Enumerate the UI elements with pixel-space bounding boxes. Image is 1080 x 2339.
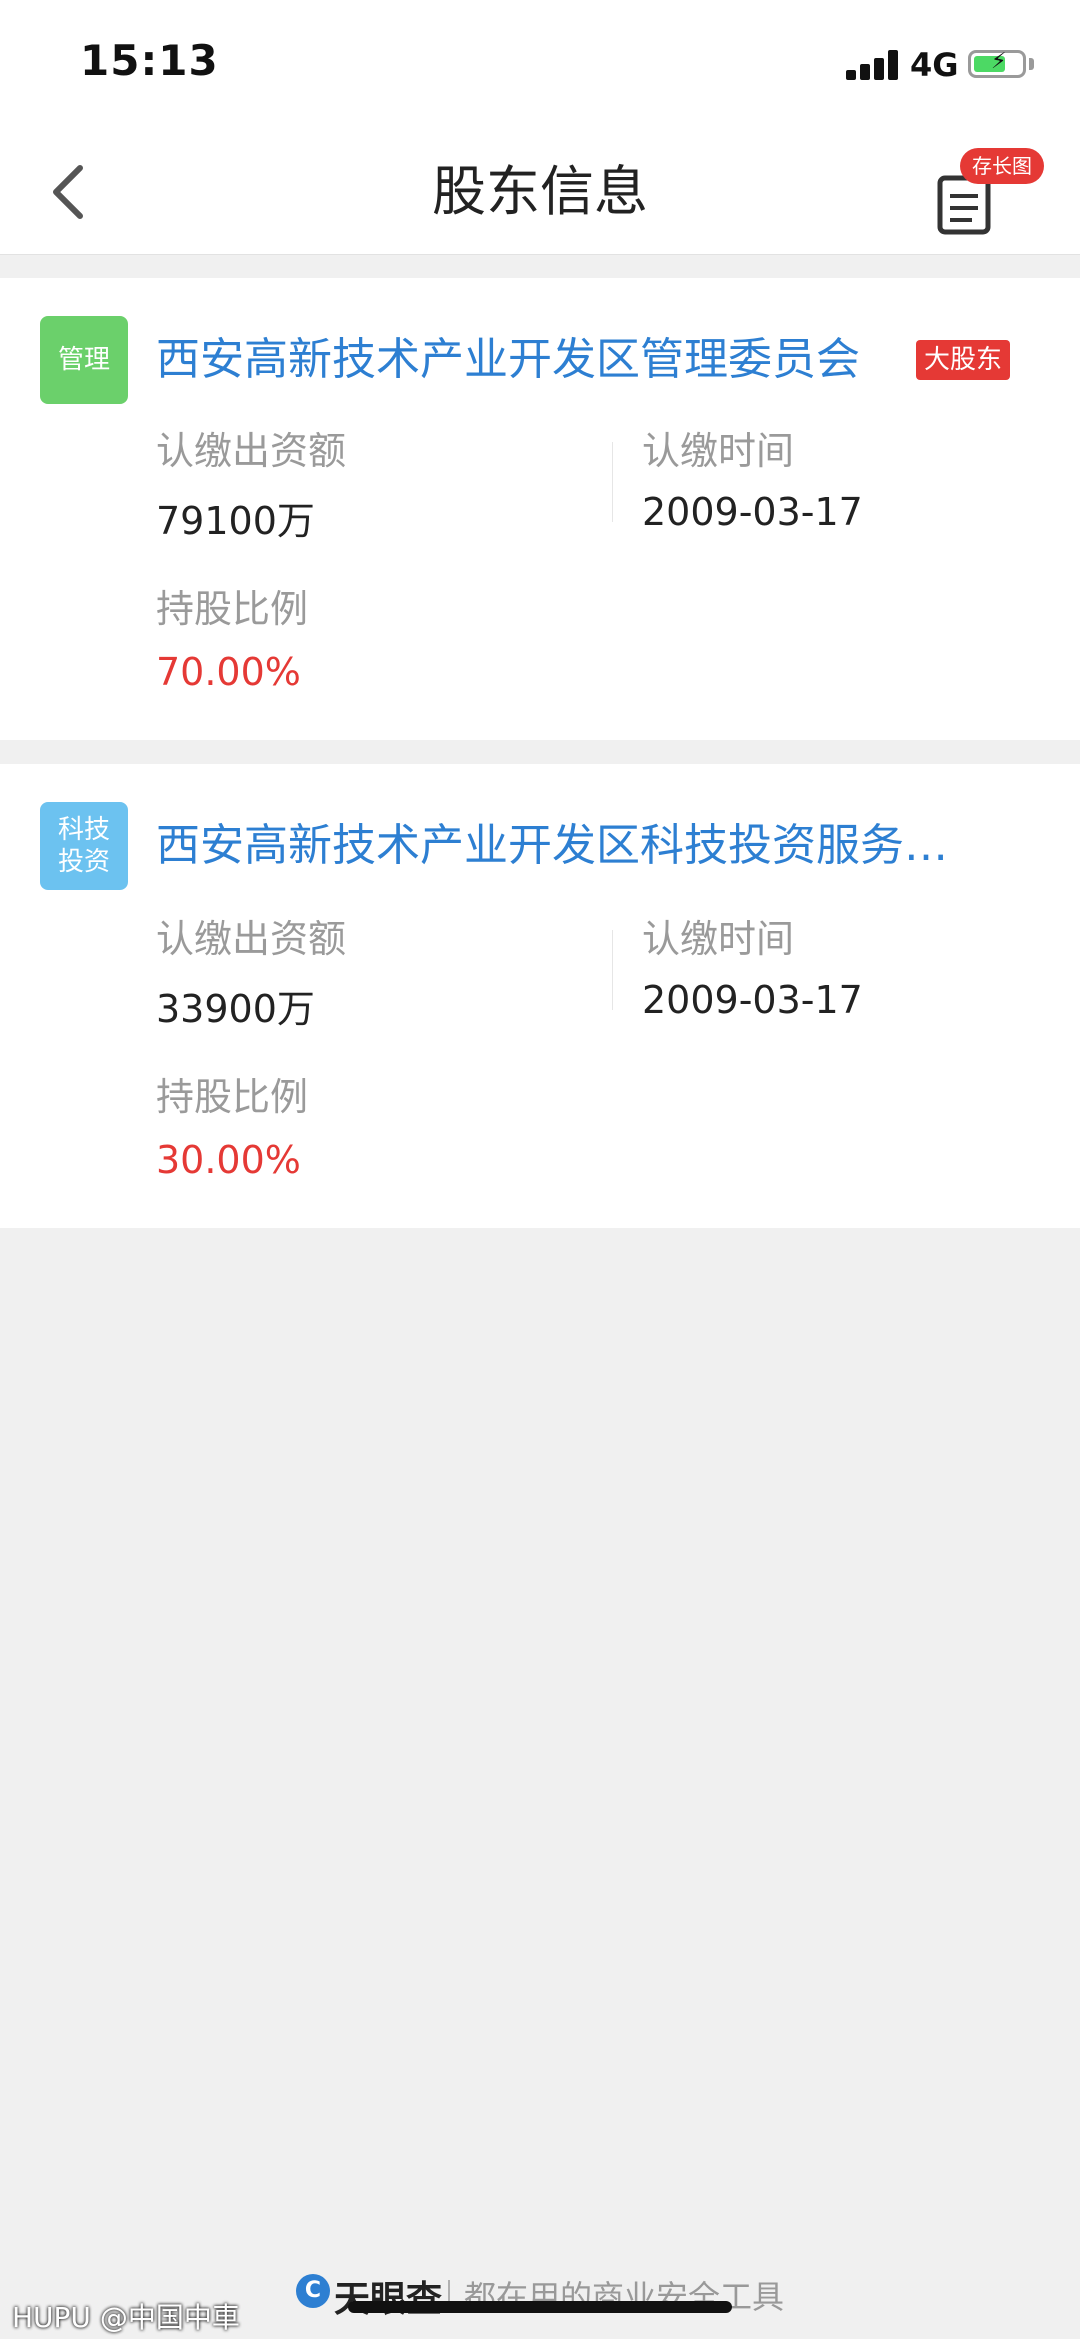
shareholder-tag-line: 科技 [57,815,110,845]
subscribed-time-label: 认缴时间 [642,429,795,473]
status-bar: 15:13 4G ⚡ [0,0,1080,130]
home-indicator[interactable] [348,2301,732,2313]
status-time: 15:13 [80,36,219,85]
page-title: 股东信息 [432,160,648,223]
tianyancha-logo-icon: C [296,2274,330,2308]
save-long-image-badge: 存长图 [960,148,1044,184]
shareholder-name-link[interactable]: 西安高新技术产业开发区科技投资服务… [156,814,948,878]
shareholder-tag: 科技 投资 [40,802,128,890]
ratio-value: 70.00% [156,650,301,694]
subscribed-amount-value: 79100万 [156,499,315,543]
subscribed-amount-value: 33900万 [156,987,315,1031]
subscribed-time-label: 认缴时间 [642,917,795,961]
battery-charging-icon: ⚡ [968,49,1026,78]
ratio-label: 持股比例 [156,1075,309,1119]
subscribed-amount-label: 认缴出资额 [156,917,347,961]
navigation-bar: 股东信息 存长图 [0,130,1080,255]
shareholder-card[interactable]: 管理 西安高新技术产业开发区管理委员会 大股东 认缴出资额 79100万 认缴时… [0,278,1080,740]
save-long-image-button[interactable]: 存长图 [930,148,1044,238]
shareholder-name-link[interactable]: 西安高新技术产业开发区管理委员会 [156,328,860,392]
column-divider [612,442,613,522]
ratio-value: 30.00% [156,1138,301,1182]
subscribed-time-value: 2009-03-17 [642,490,863,534]
subscribed-time-value: 2009-03-17 [642,978,863,1022]
column-divider [612,930,613,1010]
major-shareholder-badge: 大股东 [916,340,1011,380]
battery-tip [1029,58,1034,70]
shareholder-tag: 管理 [40,316,128,404]
subscribed-amount-label: 认缴出资额 [156,429,347,473]
network-label: 4G [910,46,959,84]
ratio-label: 持股比例 [156,587,309,631]
watermark: HUPU @中国中車 [12,2301,240,2334]
shareholder-tag-line: 投资 [57,847,110,877]
signal-icon [846,50,898,80]
footer-brand: 天眼查 [334,2279,443,2320]
shareholder-card[interactable]: 科技 投资 西安高新技术产业开发区科技投资服务… 认缴出资额 33900万 认缴… [0,764,1080,1228]
